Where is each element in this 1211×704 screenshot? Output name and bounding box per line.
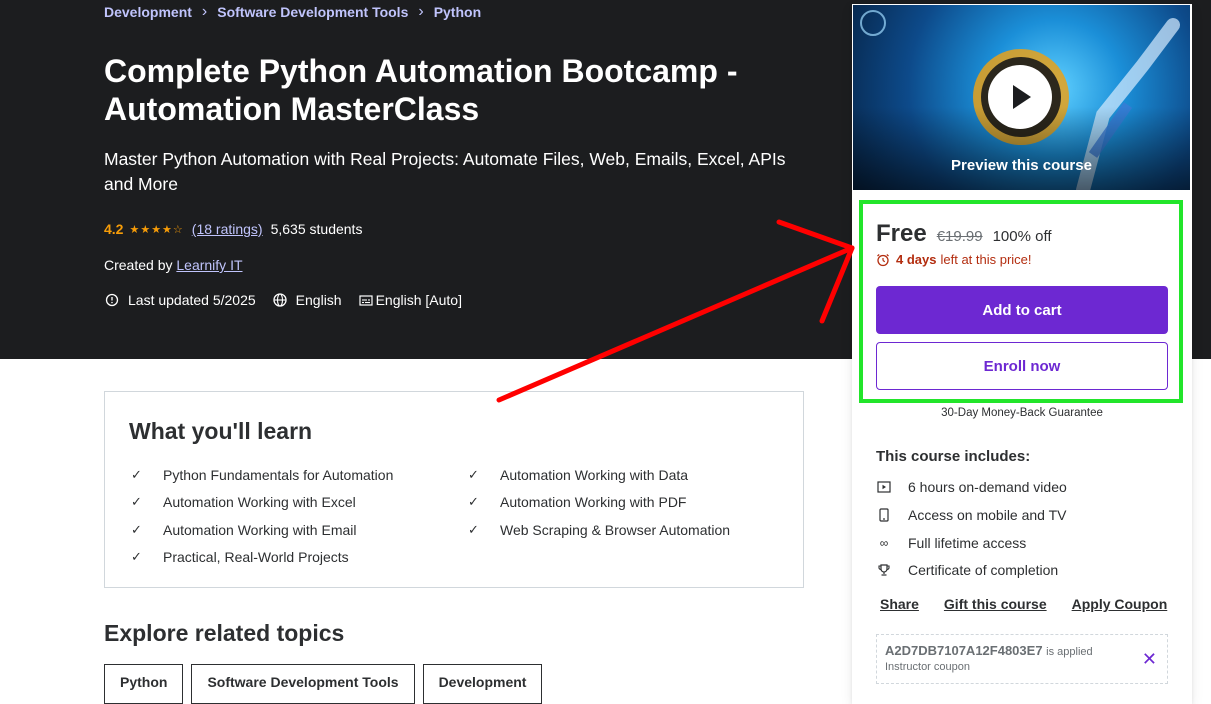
last-updated: Last updated 5/2025: [104, 292, 256, 308]
learn-item-text: Automation Working with Excel: [163, 494, 356, 510]
gift-course-link[interactable]: Gift this course: [944, 596, 1047, 612]
highlight-box-annotation: [859, 200, 1183, 403]
breadcrumb: Development › Software Development Tools…: [104, 3, 481, 21]
what-youll-learn: What you'll learn ✓ Python Fundamentals f…: [104, 391, 804, 588]
chevron-right-icon: ›: [418, 3, 424, 20]
course-preview[interactable]: Preview this course: [853, 5, 1190, 190]
course-meta: Last updated 5/2025 English English [Aut…: [104, 292, 470, 308]
include-item: Access on mobile and TV: [876, 507, 1067, 523]
language-text: English: [295, 292, 342, 308]
include-item: 6 hours on-demand video: [876, 479, 1067, 495]
apply-coupon-link[interactable]: Apply Coupon: [1072, 596, 1168, 612]
learn-item: ✓ Automation Working with Excel: [131, 494, 356, 510]
topic-tag-python[interactable]: Python: [104, 664, 184, 704]
video-icon: [876, 479, 892, 495]
check-icon: ✓: [131, 494, 142, 509]
last-updated-text: Last updated 5/2025: [128, 292, 256, 308]
students-count: 5,635 students: [270, 221, 363, 237]
check-icon: ✓: [468, 494, 479, 509]
coupon-code: A2D7DB7107A12F4803E7 is applied: [885, 643, 1093, 658]
explore-title: Explore related topics: [104, 620, 345, 646]
instructor-link[interactable]: Learnify IT: [176, 257, 242, 273]
money-back-guarantee: 30-Day Money-Back Guarantee: [941, 407, 1103, 419]
closed-captions-icon: [358, 295, 373, 306]
course-subtitle: Master Python Automation with Real Proje…: [104, 149, 786, 194]
coupon-applied-text: is applied: [1046, 646, 1093, 658]
learn-item-text: Automation Working with Email: [163, 522, 357, 538]
play-button-icon[interactable]: [988, 65, 1052, 129]
include-item-text: Certificate of completion: [908, 562, 1059, 578]
share-link[interactable]: Share: [880, 596, 919, 612]
learn-item: ✓ Automation Working with PDF: [468, 494, 686, 510]
coupon-code-text: A2D7DB7107A12F4803E7: [885, 643, 1043, 658]
trophy-icon: [876, 562, 892, 578]
captions-text: English [Auto]: [375, 292, 462, 308]
breadcrumb-software-development-tools[interactable]: Software Development Tools: [217, 4, 408, 20]
learn-title: What you'll learn: [129, 418, 313, 444]
alert-clock-icon: [105, 293, 119, 307]
check-icon: ✓: [131, 549, 142, 564]
ratings-count-link[interactable]: (18 ratings): [192, 221, 263, 237]
learn-item-text: Practical, Real-World Projects: [163, 549, 349, 565]
created-by: Created by Learnify IT: [104, 257, 243, 273]
check-icon: ✓: [131, 467, 142, 482]
topic-tag-software-development-tools[interactable]: Software Development Tools: [191, 664, 415, 704]
close-icon[interactable]: ✕: [1142, 649, 1157, 670]
mobile-icon: [876, 507, 892, 523]
created-by-label: Created by: [104, 257, 173, 273]
applied-coupon: A2D7DB7107A12F4803E7 is applied Instruct…: [876, 634, 1168, 684]
globe-icon: [273, 293, 287, 307]
learn-item-text: Web Scraping & Browser Automation: [500, 522, 731, 538]
learn-item: ✓ Practical, Real-World Projects: [131, 549, 349, 565]
star-rating-icon: ★★★★☆: [129, 223, 184, 236]
include-item-text: Access on mobile and TV: [908, 507, 1067, 523]
check-icon: ✓: [131, 522, 142, 537]
chevron-right-icon: ›: [201, 3, 208, 20]
learn-item-text: Automation Working with Data: [500, 467, 689, 483]
learn-item: ✓ Automation Working with Data: [468, 467, 688, 483]
preview-label[interactable]: Preview this course: [853, 157, 1190, 174]
learn-item-text: Python Fundamentals for Automation: [163, 467, 394, 483]
include-item-text: Full lifetime access: [908, 535, 1027, 551]
course-title: Complete Python Automation Bootcamp - Au…: [104, 53, 738, 127]
learn-item: ✓ Automation Working with Email: [131, 522, 356, 538]
include-item: Certificate of completion: [876, 562, 1058, 578]
related-topics: Python Software Development Tools Develo…: [104, 664, 543, 704]
language: English: [272, 292, 342, 308]
rating-value: 4.2: [104, 221, 124, 237]
sidebar-links: Share Gift this course Apply Coupon: [880, 596, 1167, 612]
check-icon: ✓: [468, 522, 479, 537]
topic-tag-development[interactable]: Development: [422, 664, 543, 704]
check-icon: ✓: [468, 467, 479, 482]
rating-row: 4.2 ★★★★☆ (18 ratings) 5,635 students: [104, 221, 362, 237]
breadcrumb-development[interactable]: Development: [104, 4, 192, 20]
learn-item: ✓ Python Fundamentals for Automation: [131, 467, 393, 483]
infinity-icon: ∞: [879, 536, 889, 550]
include-item-text: 6 hours on-demand video: [908, 479, 1067, 495]
learn-item: ✓ Web Scraping & Browser Automation: [468, 522, 730, 538]
learn-item-text: Automation Working with PDF: [500, 494, 687, 510]
coupon-label: Instructor coupon: [885, 661, 970, 673]
breadcrumb-python[interactable]: Python: [434, 4, 481, 20]
captions: English [Auto]: [358, 292, 462, 308]
include-item: ∞ Full lifetime access: [876, 535, 1027, 551]
includes-title: This course includes:: [876, 448, 1031, 465]
